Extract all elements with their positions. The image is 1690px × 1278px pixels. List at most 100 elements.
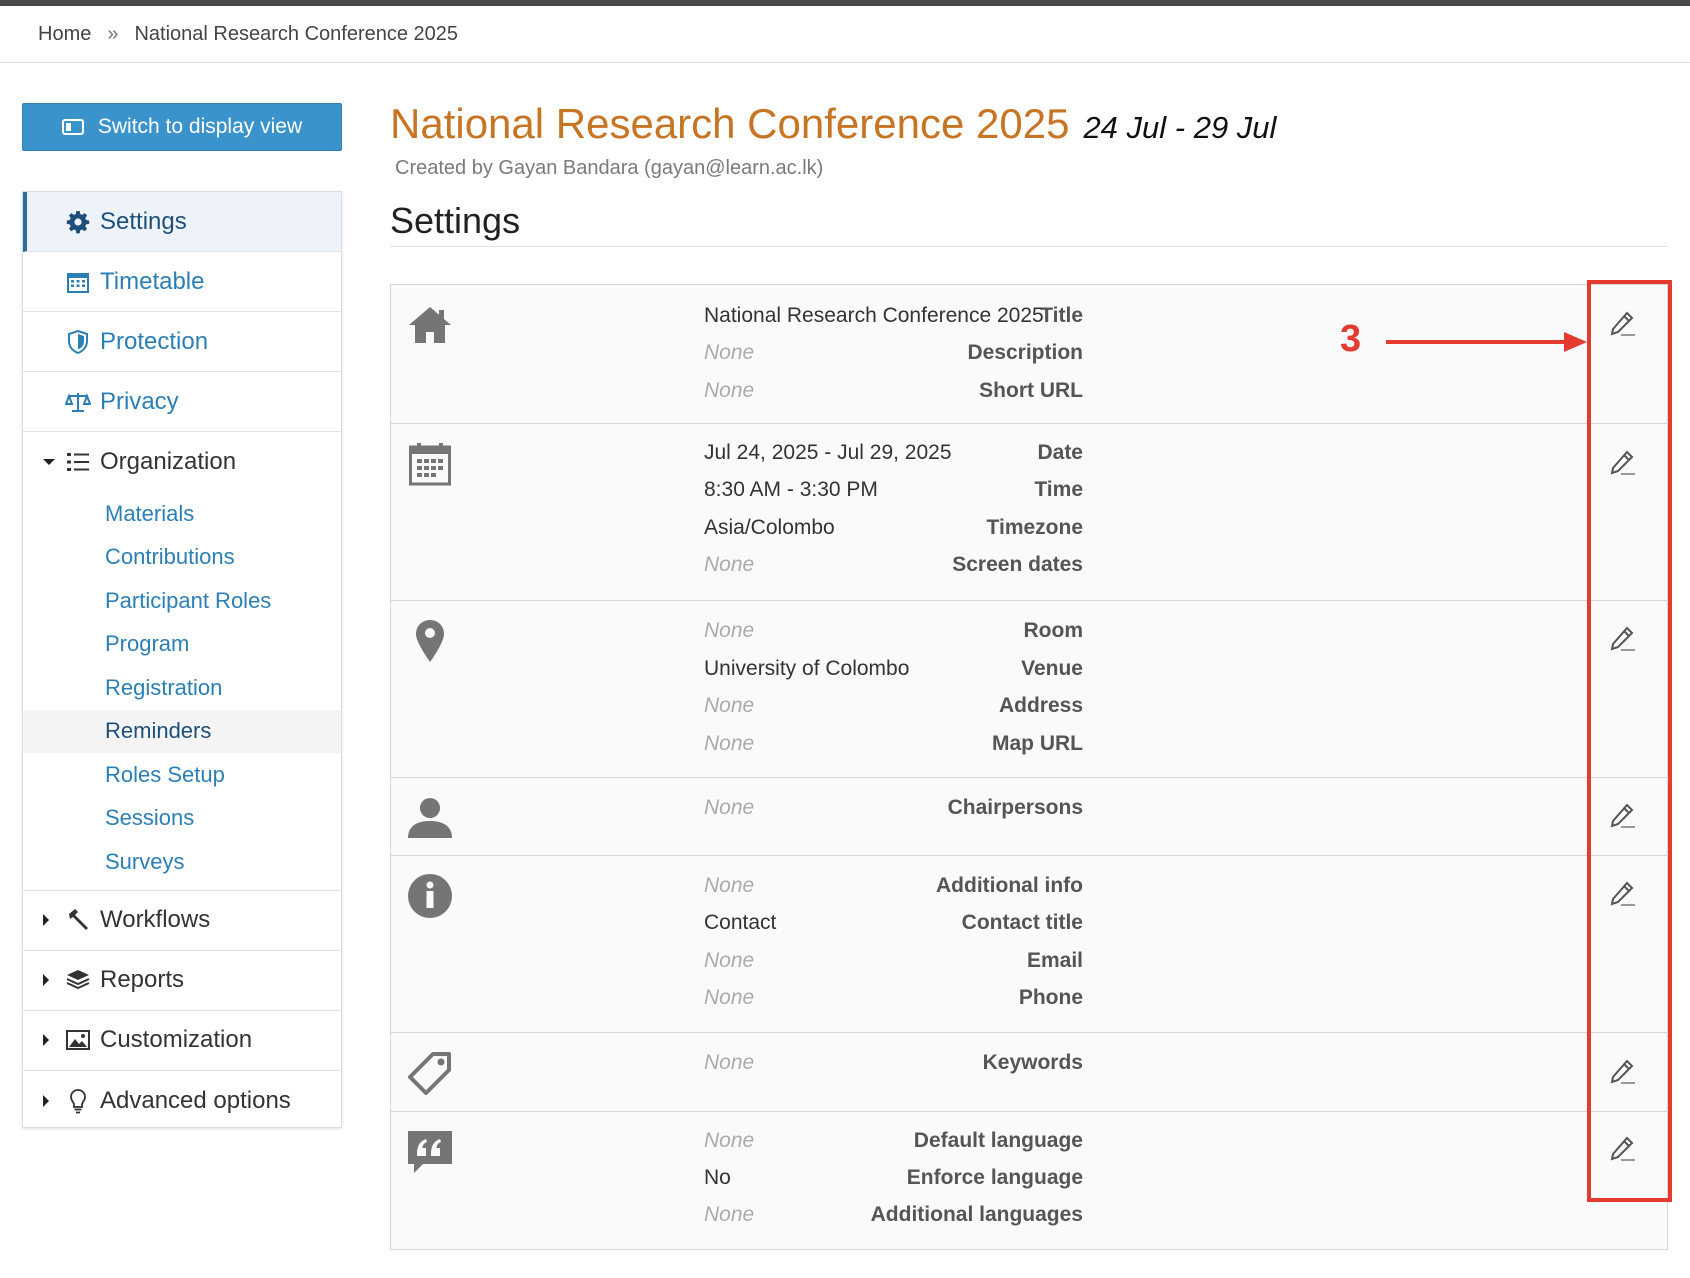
sidebar-item-label: Organization — [100, 448, 237, 475]
settings-row-classification: Keywords None — [391, 1033, 1667, 1112]
organization-submenu: Materials Contributions Participant Role… — [23, 492, 341, 891]
settings-row-location: Room None Venue University of Colombo Addr… — [391, 601, 1667, 778]
caret-right-icon — [43, 914, 49, 926]
annotation-number: 3 — [1340, 318, 1362, 360]
field-value: No — [704, 1166, 731, 1189]
submenu-item-surveys[interactable]: Surveys — [23, 840, 341, 884]
field-value: None — [704, 874, 755, 897]
submenu-item-materials[interactable]: Materials — [23, 492, 341, 536]
field-value: None — [704, 1129, 755, 1152]
sidebar-item-settings[interactable]: Settings — [23, 192, 341, 252]
edit-location-button[interactable] — [1605, 622, 1641, 658]
sidebar-item-label: Settings — [100, 207, 187, 235]
field-value: None — [704, 379, 755, 402]
field-value: None — [704, 619, 755, 642]
breadcrumb-separator: » — [107, 22, 119, 45]
submenu-item-program[interactable]: Program — [23, 623, 341, 667]
field-value: None — [704, 341, 755, 364]
sidebar-item-customization[interactable]: Customization — [23, 1011, 341, 1071]
submenu-item-roles-setup[interactable]: Roles Setup — [23, 753, 341, 797]
sidebar-item-privacy[interactable]: Privacy — [23, 372, 341, 432]
sidebar-menu: Settings Timetable Protection Privacy Or… — [22, 191, 342, 1128]
event-creator: Created by Gayan Bandara (gayan@learn.ac… — [395, 157, 824, 179]
caret-right-icon — [43, 1094, 49, 1107]
settings-row-general: Title National Research Conference 2025 D… — [391, 285, 1667, 424]
breadcrumb-home-link[interactable]: Home — [38, 23, 91, 46]
edit-general-button[interactable] — [1605, 307, 1641, 343]
gear-icon — [65, 209, 91, 235]
pencil-icon — [1608, 447, 1638, 482]
settings-row-persons: Chairpersons None — [391, 778, 1667, 856]
switch-button-label: Switch to display view — [97, 115, 303, 138]
sidebar-item-timetable[interactable]: Timetable — [23, 252, 341, 312]
sidebar-item-advanced-options[interactable]: Advanced options — [23, 1071, 341, 1131]
edit-languages-button[interactable] — [1605, 1132, 1641, 1168]
submenu-item-sessions[interactable]: Sessions — [23, 797, 341, 841]
field-value: Contact — [704, 911, 777, 934]
field-value: Jul 24, 2025 - Jul 29, 2025 — [704, 441, 952, 464]
event-header: National Research Conference 2025 24 Jul… — [390, 100, 1276, 148]
display-view-icon — [61, 119, 84, 135]
image-icon — [65, 1027, 91, 1053]
settings-row-languages: Default language None Enforce language No … — [391, 1112, 1667, 1249]
field-value: None — [704, 796, 755, 819]
sidebar-item-organization[interactable]: Organization — [23, 432, 341, 492]
field-label: Enforce language — [906, 1166, 1083, 1189]
caret-down-icon — [43, 459, 55, 465]
breadcrumb-current[interactable]: National Research Conference 2025 — [134, 23, 458, 46]
layers-icon — [65, 967, 91, 993]
sidebar-item-label: Protection — [100, 327, 209, 355]
field-value: None — [704, 1203, 755, 1226]
pencil-icon — [1608, 878, 1638, 913]
field-value: University of Colombo — [704, 657, 910, 680]
event-title: National Research Conference 2025 — [390, 100, 1070, 147]
pencil-icon — [1608, 1133, 1638, 1168]
submenu-item-registration[interactable]: Registration — [23, 666, 341, 710]
pencil-icon — [1608, 623, 1638, 658]
calendar-grid-icon — [65, 269, 91, 295]
annotation-arrow — [1386, 332, 1587, 352]
edit-contact-button[interactable] — [1605, 877, 1641, 913]
settings-row-contact: Additional info None Contact title Contact… — [391, 856, 1667, 1033]
sidebar-item-reports[interactable]: Reports — [23, 951, 341, 1011]
field-value: None — [704, 732, 755, 755]
divider — [390, 246, 1668, 247]
submenu-item-reminders[interactable]: Reminders — [23, 709, 341, 753]
sidebar-item-label: Customization — [100, 1026, 253, 1053]
field-value: None — [704, 694, 755, 717]
page-title: Settings — [390, 200, 521, 241]
caret-right-icon — [43, 1034, 49, 1046]
pencil-icon — [1608, 1056, 1638, 1091]
field-value: None — [704, 986, 755, 1009]
field-value: National Research Conference 2025 — [704, 304, 1044, 327]
sidebar-item-label: Privacy — [100, 387, 179, 415]
pencil-icon — [1608, 308, 1638, 343]
sidebar-item-label: Workflows — [100, 906, 211, 933]
field-value: 8:30 AM - 3:30 PM — [704, 478, 878, 501]
hammer-icon — [65, 907, 91, 933]
sidebar-item-label: Reports — [100, 966, 185, 993]
event-dates: 24 Jul - 29 Jul — [1083, 110, 1277, 145]
field-value: None — [704, 1051, 755, 1074]
sidebar-item-label: Advanced options — [100, 1086, 291, 1114]
lightbulb-icon — [65, 1088, 91, 1114]
field-value: None — [704, 553, 755, 576]
shield-icon — [65, 329, 91, 355]
scales-icon — [65, 389, 91, 415]
edit-keywords-button[interactable] — [1605, 1055, 1641, 1091]
settings-panel: Title National Research Conference 2025 D… — [390, 284, 1668, 1250]
settings-row-dates: Date Jul 24, 2025 - Jul 29, 2025 Time 8:30… — [391, 424, 1667, 601]
field-value: None — [704, 949, 755, 972]
breadcrumb: Home » National Research Conference 2025 — [0, 6, 1690, 63]
edit-dates-button[interactable] — [1605, 446, 1641, 482]
edit-persons-button[interactable] — [1605, 799, 1641, 835]
submenu-item-contributions[interactable]: Contributions — [23, 536, 341, 580]
pencil-icon — [1608, 800, 1638, 835]
switch-to-display-view-button[interactable]: Switch to display view — [22, 103, 342, 151]
submenu-item-participant-roles[interactable]: Participant Roles — [23, 579, 341, 623]
sidebar-item-protection[interactable]: Protection — [23, 312, 341, 372]
field-value: Asia/Colombo — [704, 516, 835, 539]
sidebar-item-workflows[interactable]: Workflows — [23, 891, 341, 951]
caret-right-icon — [43, 974, 49, 986]
sidebar-item-label: Timetable — [100, 267, 205, 295]
